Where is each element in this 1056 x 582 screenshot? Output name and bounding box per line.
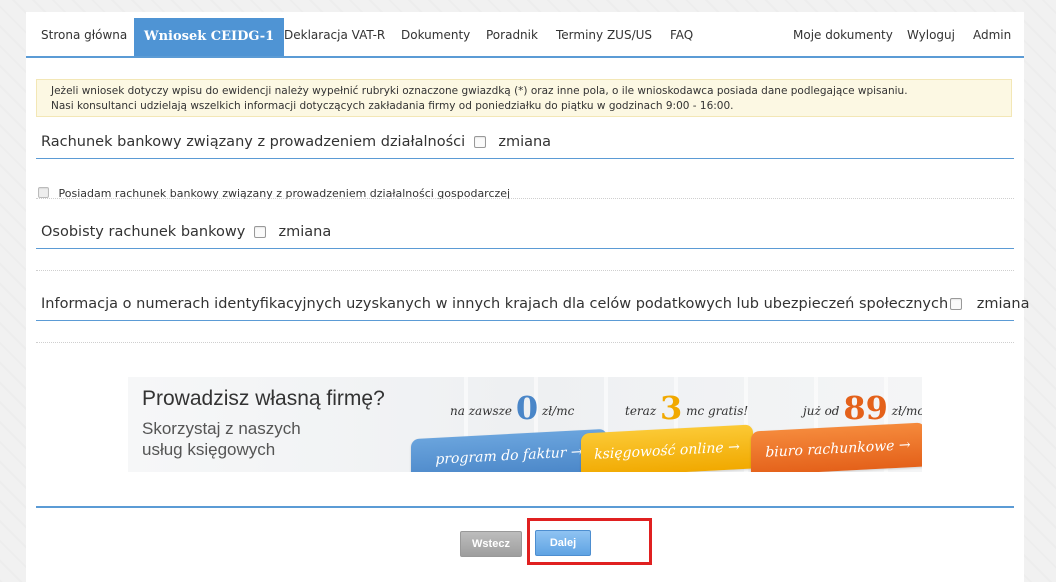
back-button[interactable]: Wstecz (460, 531, 522, 557)
nav-admin[interactable]: Admin (973, 14, 1011, 56)
accounting-office-link[interactable]: biuro rachunkowe → (751, 422, 922, 472)
nav-home[interactable]: Strona główna (41, 14, 127, 56)
personal-account-change-label: zmiana (278, 224, 332, 240)
divider (36, 270, 1014, 271)
nav-ceidg-form[interactable]: Wniosek CEIDG-1 (134, 18, 285, 56)
section-bank-account: Rachunek bankowy związany z prowadzeniem… (41, 134, 551, 150)
nav-logout[interactable]: Wyloguj (907, 14, 955, 56)
nav-deadlines[interactable]: Terminy ZUS/US (556, 14, 652, 56)
section-foreign-ids-title: Informacja o numerach identyfikacyjnych … (41, 296, 949, 312)
divider (36, 248, 1014, 249)
personal-account-change-checkbox[interactable] (253, 226, 266, 238)
offer-invoicing-prefix: na zawsze (450, 404, 513, 418)
offer-office-suffix: zł/mc (891, 404, 922, 418)
section-bank-account-title: Rachunek bankowy związany z prowadzeniem… (41, 134, 466, 150)
bank-account-change-checkbox[interactable] (473, 136, 486, 148)
bank-account-change-label: zmiana (498, 134, 552, 150)
offer-online-number: 3 (659, 389, 683, 427)
divider (36, 158, 1014, 159)
section-foreign-ids: Informacja o numerach identyfikacyjnych … (41, 296, 1030, 312)
offer-invoicing-number: 0 (515, 389, 539, 427)
next-button-highlight (527, 518, 652, 565)
offer-online-price: teraz 3 mc gratis! (625, 389, 748, 427)
offer-office-number: 89 (843, 389, 888, 427)
nav-my-documents[interactable]: Moje dokumenty (793, 14, 893, 56)
notice-line-2: Nasi konsultanci udzielają wszelkich inf… (51, 100, 734, 112)
has-bank-account-checkbox[interactable] (38, 187, 49, 198)
offer-office-price: już od 89 zł/mc (803, 389, 922, 427)
banner-title: Prowadzisz własną firmę? (142, 387, 385, 410)
online-accounting-link[interactable]: księgowość online → (581, 424, 753, 472)
nav-vat-r[interactable]: Deklaracja VAT-R (284, 14, 385, 56)
foreign-ids-change-label: zmiana (976, 296, 1030, 312)
notice-line-1: Jeżeli wniosek dotyczy wpisu do ewidencj… (51, 85, 908, 97)
info-notice: Jeżeli wniosek dotyczy wpisu do ewidencj… (36, 79, 1012, 117)
divider (36, 320, 1014, 321)
offer-online-suffix: mc gratis! (686, 404, 749, 418)
nav-guide[interactable]: Poradnik (486, 14, 538, 56)
banner-subtitle: Skorzystaj z naszych usług księgowych (142, 419, 301, 459)
top-navbar: Strona główna Wniosek CEIDG-1 Deklaracja… (26, 14, 1024, 58)
foreign-ids-change-checkbox[interactable] (950, 298, 963, 310)
section-personal-account: Osobisty rachunek bankowy zmiana (41, 224, 331, 240)
section-personal-account-title: Osobisty rachunek bankowy (41, 224, 246, 240)
offer-invoicing-suffix: zł/mc (541, 404, 575, 418)
divider (36, 198, 1014, 199)
accounting-ad-banner[interactable]: Prowadzisz własną firmę? Skorzystaj z na… (128, 377, 922, 472)
divider (36, 506, 1014, 508)
offer-office-prefix: już od (803, 404, 840, 418)
divider (36, 342, 1014, 343)
nav-faq[interactable]: FAQ (670, 14, 693, 56)
nav-documents[interactable]: Dokumenty (401, 14, 470, 56)
offer-invoicing-price: na zawsze 0 zł/mc (450, 389, 574, 427)
offer-online-prefix: teraz (625, 404, 657, 418)
main-container: Strona główna Wniosek CEIDG-1 Deklaracja… (26, 12, 1030, 582)
